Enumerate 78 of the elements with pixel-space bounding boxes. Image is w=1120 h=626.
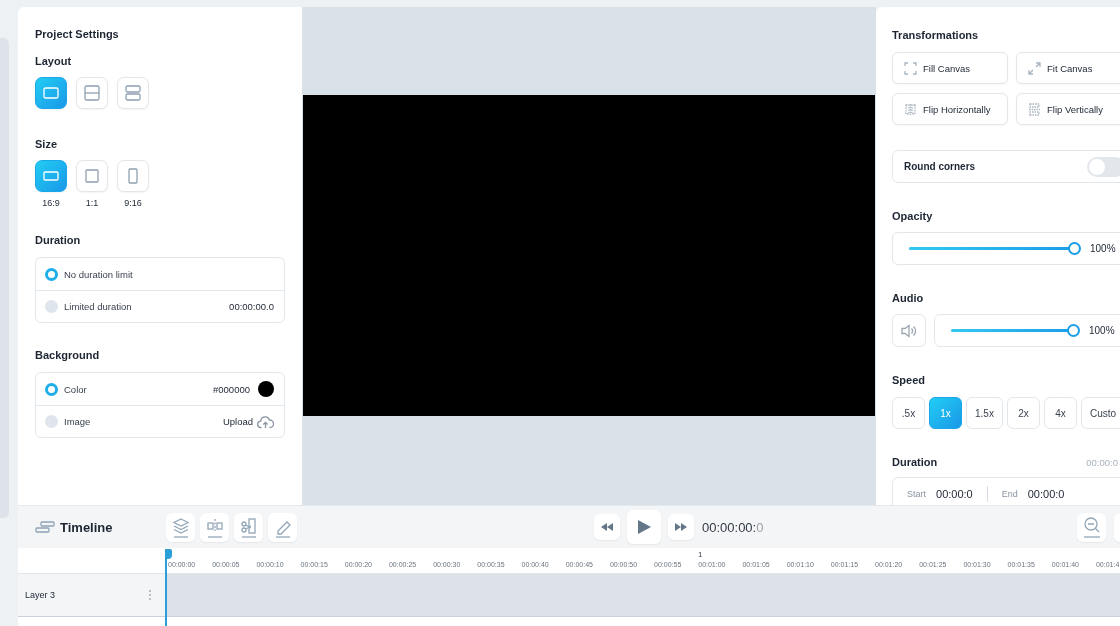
option-label: No duration limit [64, 268, 133, 280]
playback-time: 00:00:00:0 [702, 519, 764, 535]
timeline-tool-button[interactable] [234, 512, 263, 542]
option-value: #000000 [213, 383, 250, 395]
section-label: Duration [35, 234, 82, 246]
radio-button[interactable] [45, 382, 58, 396]
timeline-icon [35, 521, 55, 533]
speed-option[interactable]: 2x [1006, 397, 1040, 429]
expand-arrows-icon [1028, 61, 1041, 75]
duration-value: 00:00:0 [1086, 456, 1118, 468]
corners-icon [904, 61, 917, 75]
split-clip-icon [204, 516, 225, 538]
size-label: 1:1 [85, 198, 99, 208]
stacked-rectangles-icon [125, 85, 141, 101]
upload-button[interactable]: Upload [222, 414, 274, 429]
color-swatch[interactable] [258, 381, 274, 397]
section-label: Audio [892, 292, 925, 304]
landscape-rectangle-icon [43, 168, 59, 184]
panel-title: Project Settings [35, 28, 120, 41]
timeline-title: Timeline [60, 519, 113, 535]
fast-forward-icon [674, 522, 688, 532]
play-icon [637, 519, 651, 535]
timeline-tool-button[interactable] [166, 512, 195, 542]
timeline-tool-button[interactable] [200, 512, 229, 542]
start-label: Start [907, 488, 926, 499]
toggle-switch[interactable] [1087, 156, 1120, 177]
option-value: 00:00:00.0 [229, 301, 274, 312]
rectangle-icon [43, 85, 59, 101]
radio-button[interactable] [45, 300, 58, 313]
setting-label: Round corners [904, 161, 976, 172]
speaker-icon [900, 322, 918, 339]
play-button[interactable] [627, 510, 661, 544]
section-label: Duration [892, 456, 938, 468]
radio-button[interactable] [45, 267, 58, 281]
transform-button[interactable]: Fit Canvas [1016, 52, 1120, 84]
more-vertical-icon [148, 589, 152, 601]
zoom-out-button[interactable] [1077, 512, 1106, 542]
layer-name: Layer 3 [25, 590, 56, 600]
speed-option[interactable]: 4x [1043, 397, 1077, 429]
split-rectangle-icon [84, 85, 100, 101]
timeline-tool-button[interactable] [268, 512, 297, 542]
transform-button[interactable]: Fill Canvas [892, 52, 1008, 84]
end-time: 00:00:0 [1027, 487, 1065, 500]
section-label: Size [35, 138, 58, 150]
layers-add-icon [170, 516, 191, 538]
option-label: Image [64, 416, 91, 427]
size-label: 9:16 [124, 198, 142, 208]
zoom-out-icon [1081, 516, 1102, 538]
section-label: Layout [35, 55, 73, 67]
transform-button[interactable]: Flip Horizontally [892, 93, 1008, 125]
layout-option[interactable] [35, 77, 67, 109]
speed-option[interactable]: .5x [892, 397, 925, 429]
rewind-button[interactable] [594, 514, 620, 540]
slider-value: 100% [1089, 325, 1115, 336]
radio-button[interactable] [45, 415, 58, 428]
transform-button[interactable]: Flip Vertically [1016, 93, 1120, 125]
speed-option[interactable]: Custo [1080, 397, 1120, 429]
portrait-rectangle-icon [125, 168, 141, 184]
end-label: End [1001, 488, 1018, 499]
slider-thumb[interactable] [1068, 242, 1081, 255]
mute-button[interactable] [892, 314, 926, 347]
section-label: Speed [892, 374, 926, 386]
section-label: Transformations [892, 29, 980, 41]
option-label: Color [64, 383, 87, 395]
start-time: 00:00:0 [936, 487, 973, 500]
fast-forward-button[interactable] [668, 514, 694, 540]
scissors-clip-icon [238, 516, 259, 538]
section-label: Opacity [892, 210, 934, 222]
size-label: 16:9 [42, 198, 60, 208]
square-icon [84, 168, 100, 184]
speed-option[interactable]: 1.5x [966, 397, 1003, 429]
rewind-icon [600, 522, 614, 532]
slider-value: 100% [1090, 243, 1116, 254]
option-label: Limited duration [64, 301, 132, 312]
slider-thumb[interactable] [1067, 324, 1080, 337]
section-label: Background [35, 349, 101, 361]
size-option[interactable] [35, 160, 67, 192]
cloud-upload-icon [257, 414, 274, 429]
